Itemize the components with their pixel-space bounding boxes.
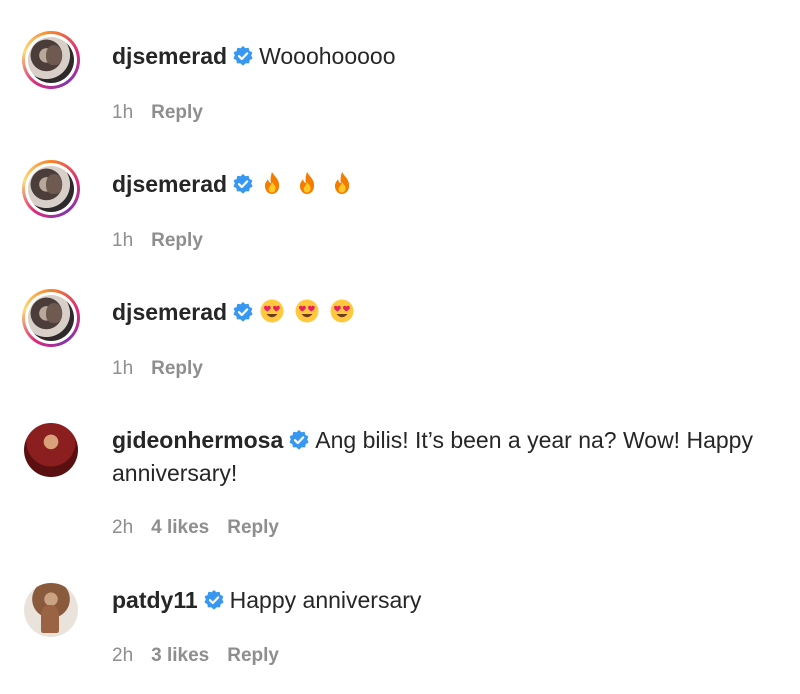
- profile-photo: [28, 295, 74, 341]
- heart-eyes-emoji-icon: [260, 299, 284, 323]
- comment-time[interactable]: 1h: [112, 358, 133, 379]
- verified-badge-icon: [289, 430, 309, 450]
- comment-username[interactable]: djsemerad: [112, 299, 227, 325]
- comment-username[interactable]: patdy11: [112, 587, 198, 613]
- profile-photo: [28, 166, 74, 212]
- likes-count[interactable]: 3 likes: [151, 645, 209, 666]
- comment-time[interactable]: 2h: [112, 645, 133, 666]
- avatar[interactable]: [22, 31, 80, 89]
- verified-badge-icon: [233, 46, 253, 66]
- reply-button[interactable]: Reply: [151, 358, 203, 379]
- avatar[interactable]: [24, 423, 78, 477]
- heart-eyes-emoji-icon: [330, 299, 354, 323]
- reply-button[interactable]: Reply: [151, 230, 203, 251]
- verified-badge-icon: [233, 302, 253, 322]
- avatar[interactable]: [22, 289, 80, 347]
- comment-time[interactable]: 2h: [112, 517, 133, 538]
- avatar[interactable]: [22, 160, 80, 218]
- reply-button[interactable]: Reply: [151, 102, 203, 123]
- heart-eyes-emoji-icon: [295, 299, 319, 323]
- comment-username[interactable]: djsemerad: [112, 171, 227, 197]
- comment-time[interactable]: 1h: [112, 230, 133, 251]
- profile-photo: [24, 423, 78, 477]
- comment-time[interactable]: 1h: [112, 102, 133, 123]
- likes-count[interactable]: 4 likes: [151, 517, 209, 538]
- fire-emoji-icon: [334, 172, 350, 194]
- reply-button[interactable]: Reply: [227, 517, 279, 538]
- fire-emoji-icon: [264, 172, 280, 194]
- comment-text: Happy anniversary: [229, 587, 422, 613]
- comment-text: Wooohooooo: [259, 43, 396, 69]
- avatar[interactable]: [24, 583, 78, 637]
- verified-badge-icon: [204, 590, 224, 610]
- fire-emoji-icon: [299, 172, 315, 194]
- comment-username[interactable]: gideonhermosa: [112, 427, 283, 453]
- profile-photo: [24, 583, 78, 637]
- profile-photo: [28, 37, 74, 83]
- comment-username[interactable]: djsemerad: [112, 43, 227, 69]
- reply-button[interactable]: Reply: [227, 645, 279, 666]
- verified-badge-icon: [233, 174, 253, 194]
